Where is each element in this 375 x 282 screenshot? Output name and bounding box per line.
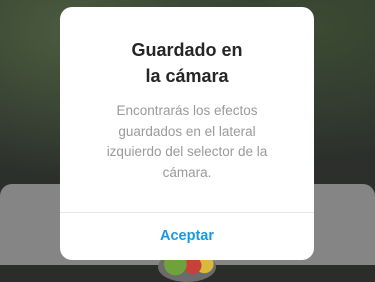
dialog-title-line-1: Guardado en — [131, 40, 243, 60]
dialog-message-line-2: guardados en el lateral — [118, 123, 256, 139]
dialog-message: Encontrarás los efectos guardados en el … — [90, 101, 284, 183]
accept-button[interactable]: Aceptar — [60, 213, 314, 260]
dialog-title-line-2: la cámara — [145, 66, 229, 86]
dialog-title: Guardado en la cámara — [76, 37, 298, 89]
dialog-message-line-1: Encontrarás los efectos — [116, 103, 258, 118]
saved-to-camera-dialog: Guardado en la cámara Encontrarás los ef… — [60, 7, 314, 260]
dialog-message-line-3: izquierdo del selector de la — [106, 144, 268, 159]
dialog-message-line-4: cámara. — [162, 164, 212, 180]
